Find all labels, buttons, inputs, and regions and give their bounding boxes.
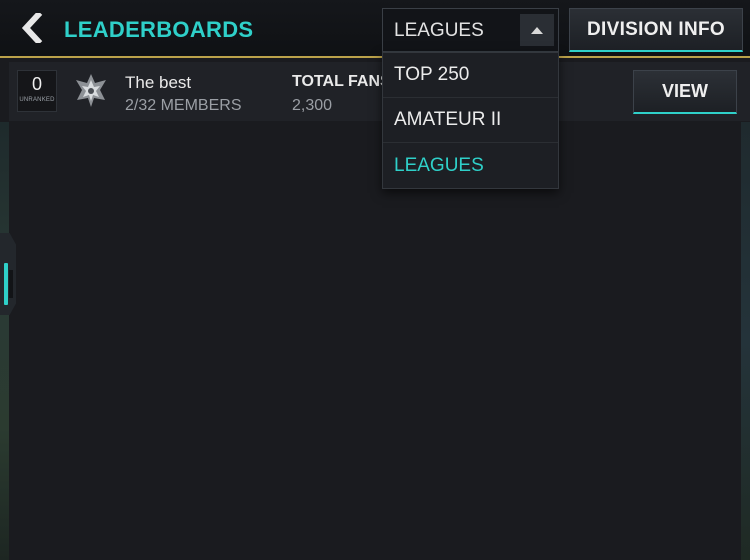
caret-up-icon (531, 26, 543, 34)
back-chevron-icon (21, 13, 43, 43)
leaderboard-content (9, 122, 741, 560)
side-drawer-tab[interactable] (0, 233, 16, 315)
league-name: The best (125, 73, 192, 92)
league-member-count: 2/32 MEMBERS (125, 97, 242, 114)
league-select-value: LEAGUES (394, 20, 484, 41)
rank-number: 0 (31, 74, 42, 94)
view-button[interactable]: VIEW (633, 70, 737, 114)
league-row[interactable]: 0 UNRANKED The best 2/32 MEMBERS TOTAL F… (9, 62, 750, 121)
dropdown-item-leagues[interactable]: LEAGUES (383, 143, 558, 188)
left-edge-decoration (0, 122, 9, 560)
total-fans-value: 2,300 (292, 97, 333, 114)
side-drawer-tab-accent (4, 263, 8, 305)
league-type-select[interactable]: LEAGUES (382, 8, 559, 52)
page-title: LEADERBOARDS (64, 17, 254, 42)
select-toggle-button[interactable] (520, 14, 554, 46)
total-fans-label: TOTAL FANS (292, 73, 391, 90)
side-drawer-tab-groove (9, 270, 13, 298)
dropdown-item-top-250[interactable]: TOP 250 (383, 53, 558, 98)
rank-label: UNRANKED (19, 97, 55, 103)
league-emblem-icon (76, 74, 106, 107)
rank-badge: 0 UNRANKED (17, 70, 57, 112)
dropdown-item-amateur-ii[interactable]: AMATEUR II (383, 98, 558, 143)
back-button[interactable] (14, 10, 50, 46)
top-header: LEADERBOARDS LEAGUES DIVISION INFO (0, 0, 750, 58)
division-info-button[interactable]: DIVISION INFO (569, 8, 743, 52)
right-edge-decoration (741, 122, 750, 560)
league-dropdown-menu: TOP 250 AMATEUR II LEAGUES (382, 52, 559, 189)
